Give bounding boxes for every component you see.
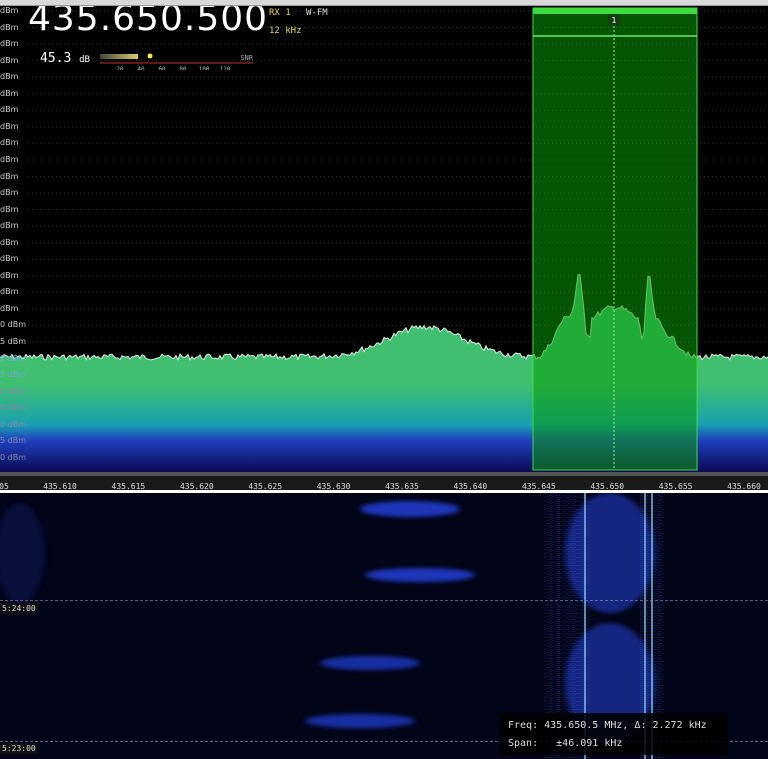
receiver-label: RX 1 — [269, 8, 291, 18]
vfo-frequency[interactable]: 435.650.500 — [28, 6, 268, 39]
waterfall-signal-trace — [320, 656, 420, 670]
snr-label: SNR — [240, 54, 253, 62]
y-axis-label: dBm — [0, 105, 19, 115]
snr-scale-tick: 60 — [158, 66, 166, 70]
snr-scale-tick: 100 — [199, 66, 210, 70]
bandwidth-label: 12 kHz — [269, 26, 302, 36]
spectrum-panel[interactable]: 1 dBm dBm dBm dBm dBm dBm dBm dBm dBm dBm dBm dBm dB… — [0, 6, 768, 472]
y-axis-label: dBm — [0, 154, 19, 164]
y-axis-label: dBm — [0, 171, 19, 181]
y-axis-label: 0 dBm — [0, 452, 26, 462]
y-axis-label: 0 dBm — [0, 386, 26, 396]
demod-mode[interactable]: W-FM — [306, 8, 328, 18]
y-axis-label: 5 dBm — [0, 370, 26, 380]
snr-meter: SNR 20 40 60 80 100 120 — [100, 53, 253, 70]
y-axis-label: dBm — [0, 303, 19, 313]
y-axis-label: 0 dBm — [0, 353, 26, 363]
readout-span: Span: ±46.091 kHz — [508, 738, 623, 749]
waterfall-signal-trace — [360, 501, 460, 517]
vfo-marker-label: 1 — [611, 16, 616, 25]
y-axis-label: dBm — [0, 287, 19, 297]
y-axis-label: dBm — [0, 138, 19, 148]
y-axis-label: dBm — [0, 88, 19, 98]
y-axis-label: dBm — [0, 188, 19, 198]
snr-value: 45.3 dB — [40, 51, 90, 66]
y-axis-label: dBm — [0, 55, 19, 65]
cursor-readout: Freq: 435.650.5 MHz, Δ: 2.272 kHz Span: … — [500, 713, 728, 755]
y-axis-label: 0 dBm — [0, 320, 26, 330]
filter-top-handle[interactable] — [533, 8, 697, 14]
time-label: 5:24:00 — [0, 603, 38, 614]
y-axis-label: dBm — [0, 72, 19, 82]
y-axis-label: 5 dBm — [0, 403, 26, 413]
y-axis-label: dBm — [0, 270, 19, 280]
snr-peak-dot — [147, 53, 153, 59]
waterfall-signal-trace — [0, 503, 45, 603]
y-axis-label: dBm — [0, 237, 19, 247]
snr-scale-tick: 40 — [137, 66, 145, 70]
snr-scale-tick: 80 — [179, 66, 187, 70]
readout-frequency: Freq: 435.650.5 MHz, Δ: 2.272 kHz — [508, 720, 707, 731]
snr-meter-fill — [100, 54, 138, 59]
snr-unit: dB — [79, 55, 90, 65]
frequency-axis[interactable]: 05 435.610 435.615 435.620 435.625 435.630 435… — [0, 472, 768, 491]
time-gridline — [0, 600, 768, 601]
waterfall-signal-trace — [365, 568, 475, 582]
y-axis-label: dBm — [0, 6, 19, 15]
y-axis-label: dBm — [0, 121, 19, 131]
time-label: 5:23:00 — [0, 743, 38, 754]
frequency-display: 435.650.500 RX 1 W-FM 12 kHz 45.3 dB SNR… — [20, 6, 340, 82]
snr-number: 45.3 — [40, 51, 72, 66]
y-axis-label: 5 dBm — [0, 337, 26, 346]
y-axis-label: dBm — [0, 221, 19, 231]
y-axis-label: 0 dBm — [0, 419, 26, 429]
waterfall-signal-trace — [305, 714, 415, 728]
y-axis-label: dBm — [0, 204, 19, 214]
snr-scale-tick: 20 — [116, 66, 124, 70]
y-axis-label: dBm — [0, 22, 19, 32]
y-axis-label: dBm — [0, 39, 19, 49]
filter-passband[interactable] — [532, 7, 698, 471]
snr-scale-tick: 120 — [220, 66, 231, 70]
y-axis-label: 5 dBm — [0, 436, 26, 446]
y-axis-label: dBm — [0, 254, 19, 264]
